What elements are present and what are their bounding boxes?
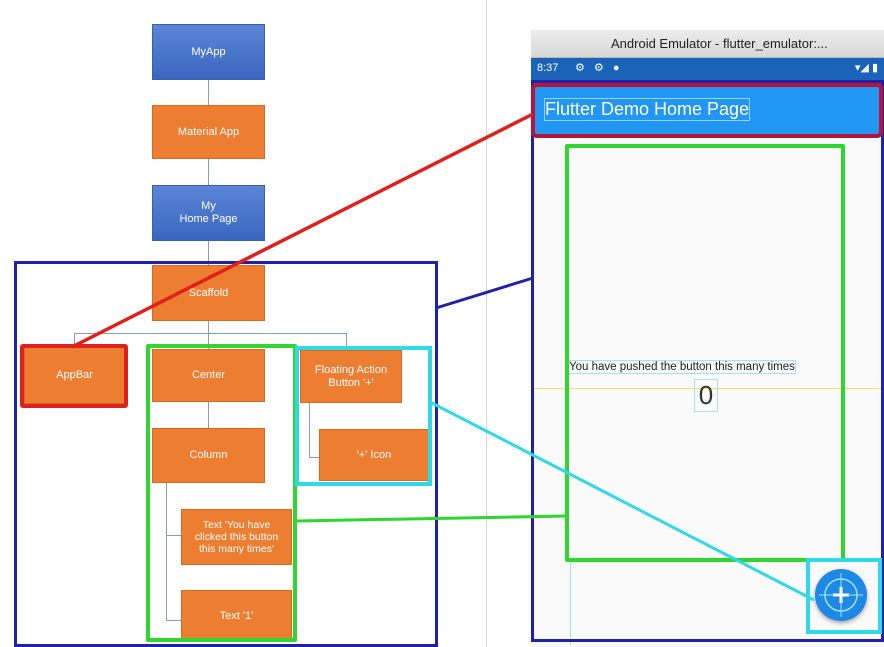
appbar-highlight-frame xyxy=(20,344,128,408)
status-bar: 8:37 ⚙ ⚙ ● ▾◢ ▮ xyxy=(531,58,884,80)
center-highlight-frame xyxy=(146,344,297,642)
emulator-appbar-frame xyxy=(531,83,883,138)
node-my-home-page: My Home Page xyxy=(152,185,265,241)
fab-highlight-frame xyxy=(295,346,432,486)
scaffold-mapping-line xyxy=(435,276,534,310)
connector-myapp-material xyxy=(208,80,209,105)
node-myapp: MyApp xyxy=(152,24,265,80)
status-time: 8:37 xyxy=(537,62,559,74)
connector-material-homepage xyxy=(208,159,209,185)
status-icons: ⚙ ⚙ ● xyxy=(575,62,623,74)
signal-battery-icon: ▾◢ ▮ xyxy=(854,62,878,74)
emulator-window-title: Android Emulator - flutter_emulator:... xyxy=(611,36,828,51)
emulator-title-bar: Android Emulator - flutter_emulator:... xyxy=(531,30,884,58)
emulator-center-frame xyxy=(565,144,845,562)
emulator-fab-frame xyxy=(806,558,882,634)
node-material-app: Material App xyxy=(152,105,265,159)
panel-divider xyxy=(486,0,487,647)
